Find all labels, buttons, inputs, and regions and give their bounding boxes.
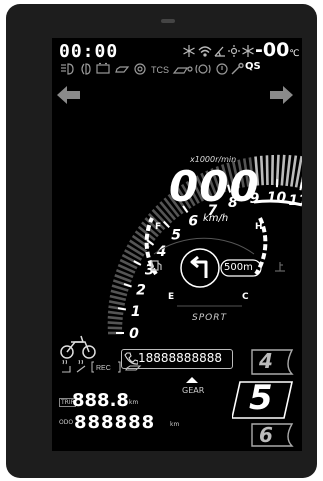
seat-heater-icon [62, 360, 71, 373]
inner-arc [153, 237, 255, 255]
navigation-ring [180, 248, 220, 288]
oil-can-icon [125, 365, 142, 371]
odo-label: ODO [59, 419, 74, 426]
trip-value: 888.8 [72, 390, 129, 411]
aux-icons: REC [62, 360, 142, 373]
gear-label: GEAR [182, 386, 205, 395]
odo-value: 888888 [74, 412, 156, 433]
fuel-temp-gauges [144, 217, 285, 307]
coolant-icon [275, 262, 285, 272]
gear-next: 6 [259, 423, 273, 447]
device-notch [161, 19, 175, 23]
odo-unit: km [170, 421, 180, 428]
gear-current: 5 [249, 378, 273, 418]
fuel-full-label: F [155, 222, 162, 232]
instrument-screen: 00:00 -00℃ TCS QS 0 1 2 3 4 5 6 7 8 9 10… [52, 38, 302, 451]
fuel-pump-icon [151, 260, 162, 271]
turn-left-arrow-icon [190, 255, 208, 278]
ride-mode: SPORT [192, 313, 227, 323]
trip-unit: km [129, 399, 139, 406]
nav-distance: 500m [224, 262, 253, 273]
temp-hot-label: H [255, 222, 263, 232]
dashboard-device: 00:00 -00℃ TCS QS 0 1 2 3 4 5 6 7 8 9 10… [6, 4, 317, 478]
gear-up-icon [186, 377, 198, 383]
grip-heater-icon [76, 360, 86, 373]
gear-prev: 4 [259, 349, 273, 373]
temp-cold-label: C [242, 292, 249, 302]
motorcycle-icon [60, 335, 96, 359]
fuel-empty-label: E [168, 292, 175, 302]
rec-indicator: REC [96, 365, 111, 372]
